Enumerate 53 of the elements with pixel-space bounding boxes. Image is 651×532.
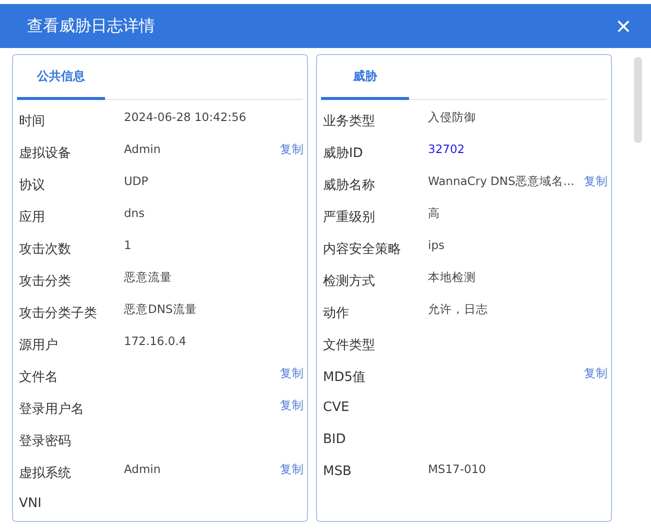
field-label: 协议 — [18, 177, 46, 194]
tab[interactable]: 威胁 — [321, 68, 409, 100]
field-label: MSB — [322, 463, 352, 479]
field-label: 威胁ID — [322, 145, 364, 162]
field-label: 时间 — [18, 113, 46, 130]
field-value: dns — [124, 206, 145, 220]
field-label: 检测方式 — [322, 273, 376, 290]
close-button[interactable]: × — [616, 13, 631, 39]
field-label: 攻击分类子类 — [18, 305, 98, 322]
field-value: ips — [428, 238, 444, 252]
scrollbar[interactable] — [634, 57, 642, 143]
field-label: 严重级别 — [322, 209, 376, 226]
copy-link[interactable]: 复制 — [584, 170, 608, 189]
copy-link[interactable]: 复制 — [280, 458, 304, 477]
field-value: 入侵防御 — [428, 110, 476, 124]
copy-link[interactable]: 复制 — [280, 138, 304, 157]
field-label: 动作 — [322, 305, 350, 322]
window-title: 查看威胁日志详情 — [27, 16, 155, 36]
field-label: 攻击次数 — [18, 241, 72, 258]
copy-link[interactable]: 复制 — [280, 362, 304, 381]
field-label: 内容安全策略 — [322, 241, 402, 258]
field-value: 172.16.0.4 — [124, 334, 186, 348]
field-label: 应用 — [18, 209, 46, 226]
field-value: 恶意DNS流量 — [124, 302, 197, 316]
threat-id-link[interactable]: 32702 — [428, 142, 465, 156]
field-label: 虚拟设备 — [18, 145, 72, 162]
field-value: 允许，日志 — [428, 302, 488, 316]
field-label: 源用户 — [18, 337, 59, 354]
field-value: WannaCry DNS恶意域名... — [428, 174, 574, 188]
field-label: 威胁名称 — [322, 177, 376, 194]
field-label: 文件类型 — [322, 337, 376, 354]
field-label: BID — [322, 431, 347, 447]
field-label: 攻击分类 — [18, 273, 72, 290]
field-value: Admin — [124, 462, 161, 476]
field-value: UDP — [124, 174, 148, 188]
field-label: 业务类型 — [322, 113, 376, 130]
field-label: CVE — [322, 399, 350, 415]
field-label: 登录用户名 — [18, 401, 85, 418]
field-value: Admin — [124, 142, 161, 156]
field-label: VNI — [18, 495, 42, 511]
field-value: 恶意流量 — [124, 270, 172, 284]
copy-link[interactable]: 复制 — [584, 362, 608, 381]
field-label: MD5值 — [322, 369, 366, 386]
field-label: 登录密码 — [18, 433, 72, 450]
field-value: 2024-06-28 10:42:56 — [124, 110, 246, 124]
field-value: MS17-010 — [428, 462, 486, 476]
field-value: 1 — [124, 238, 132, 252]
tab[interactable]: 公共信息 — [17, 68, 105, 100]
copy-link[interactable]: 复制 — [280, 394, 304, 413]
field-value: 本地检测 — [428, 270, 476, 284]
field-label: 文件名 — [18, 369, 59, 386]
field-value: 高 — [428, 206, 440, 220]
field-label: 虚拟系统 — [18, 465, 72, 482]
